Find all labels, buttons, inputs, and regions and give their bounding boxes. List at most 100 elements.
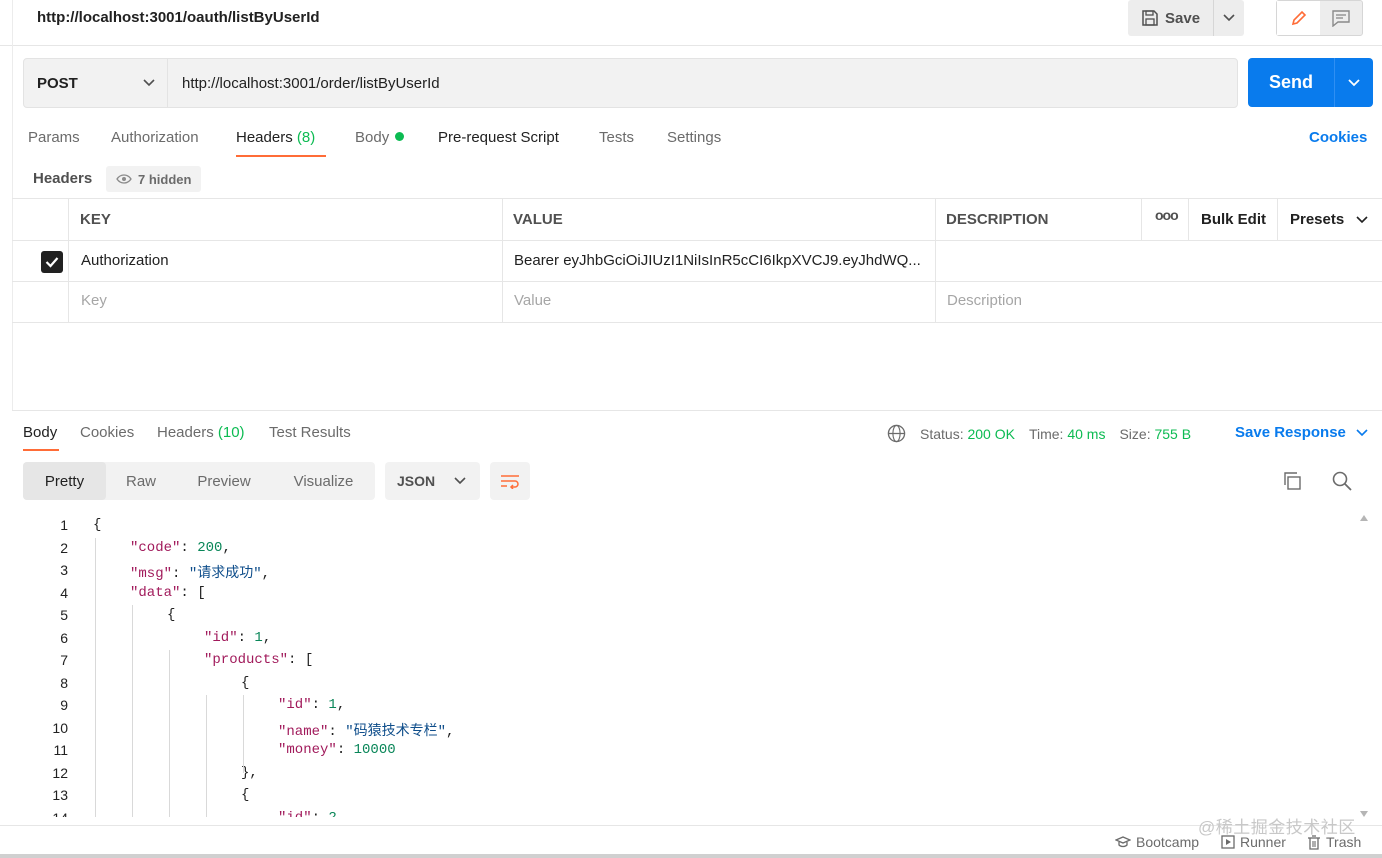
globe-icon[interactable] [887,424,906,443]
code-line[interactable]: { [167,607,175,623]
scroll-up-arrow[interactable] [1360,515,1368,521]
status-label: Status: [920,425,964,442]
headers-section-title: Headers [33,170,93,187]
response-body-editor[interactable]: 1 {2 "code": 200, 3 "msg": "请求成功", 4 "data": [… [23,515,1353,817]
code-line[interactable]: "id": 1, [278,697,345,713]
save-response-button[interactable]: Save Response [1235,424,1368,441]
comment-icon [1332,10,1350,27]
window-bottom-edge [0,854,1382,858]
view-mode-group [1276,0,1363,36]
language-label: JSON [397,473,436,489]
line-number: 13 [52,787,68,803]
code-line[interactable]: { [241,787,249,803]
json-number: 2 [328,810,336,818]
search-button[interactable] [1331,470,1355,494]
response-tab-test-results[interactable]: Test Results [269,424,351,441]
tab-body[interactable]: Body [355,129,405,146]
format-preview-button[interactable]: Preview [176,462,272,500]
url-input[interactable] [169,59,1229,107]
edit-button[interactable] [1277,1,1320,35]
tab-params[interactable]: Params [28,129,80,146]
scroll-down-arrow[interactable] [1360,811,1368,817]
line-number: 10 [52,719,68,736]
tab-settings[interactable]: Settings [667,129,721,146]
code-line[interactable]: "money": 10000 [278,742,396,758]
send-options-button[interactable] [1334,58,1373,107]
bootcamp-label: Bootcamp [1136,834,1200,850]
save-label: Save [1165,9,1201,27]
time-text[interactable]: Time: 40 ms [1029,426,1106,442]
editor-scrollbar[interactable] [1360,515,1368,817]
json-key: "name" [278,723,329,740]
language-select[interactable]: JSON [385,462,480,500]
code-line[interactable]: "name": "码猿技术专栏", [278,720,454,740]
tab-authorization[interactable]: Authorization [111,129,199,146]
send-button[interactable]: Send [1248,58,1334,107]
pane-divider[interactable] [12,410,1382,411]
code-line[interactable]: "id": 1, [204,630,271,646]
code-line[interactable]: "code": 200, [130,540,231,556]
row-divider [12,322,1382,323]
cookies-link[interactable]: Cookies [1309,129,1367,146]
json-key: "code" [130,539,181,556]
size-text[interactable]: Size: 755 B [1119,426,1191,442]
chevron-down-icon [454,477,466,485]
response-tab-cookies[interactable]: Cookies [80,424,134,441]
column-divider [1277,199,1278,240]
hidden-headers-toggle[interactable]: 7 hidden [106,166,202,192]
bulk-edit-button[interactable]: Bulk Edit [1201,211,1266,228]
method-select[interactable]: POST [24,59,168,107]
format-pretty-button[interactable]: Pretty [23,462,106,500]
indent-guide [206,695,207,817]
tab-tests[interactable]: Tests [599,129,634,146]
save-icon [1142,10,1158,26]
format-visualize-button[interactable]: Visualize [272,462,375,500]
presets-label: Presets [1290,211,1345,228]
request-url-bar: POST [23,58,1238,108]
search-icon [1332,471,1352,491]
response-tab-headers[interactable]: Headers (10) [157,424,245,441]
presets-dropdown[interactable]: Presets [1290,211,1368,228]
header-key-cell[interactable]: Authorization [81,252,169,269]
chevron-down-icon [1356,428,1368,436]
chevron-down-icon [1348,78,1360,86]
more-options-icon[interactable]: ooo [1155,207,1179,223]
code-line[interactable]: "id": 2, [278,810,345,818]
watermark: @稀土掘金技术社区 [1198,818,1356,837]
new-description-input[interactable]: Description [947,292,1022,309]
line-number: 8 [60,674,68,691]
status-text[interactable]: Status: 200 OK [920,426,1015,442]
row-divider [12,240,1382,241]
save-button[interactable]: Save [1128,0,1212,36]
code-line[interactable]: "products": [ [204,652,313,668]
format-raw-button[interactable]: Raw [106,462,176,500]
line-number: 4 [60,584,68,601]
request-title[interactable]: http://localhost:3001/oauth/listByUserId [37,9,320,26]
code-line[interactable]: { [93,517,101,533]
bootcamp-button[interactable]: Bootcamp [1115,834,1199,850]
indent-guide [169,650,170,817]
json-key: "products" [204,652,289,668]
code-line[interactable]: "data": [ [130,585,206,601]
response-tab-body[interactable]: Body [23,424,57,441]
new-value-input[interactable]: Value [514,292,551,309]
tab-headers[interactable]: Headers (8) [236,129,315,146]
size-label: Size: [1119,425,1151,442]
indent-guide [132,605,133,817]
chevron-down-icon [1223,14,1235,22]
line-number: 2 [60,539,68,556]
response-tab-headers-count: (10) [217,424,245,441]
code-line[interactable]: { [241,675,249,691]
comments-button[interactable] [1320,1,1362,35]
tab-prerequest-script[interactable]: Pre-request Script [438,129,559,146]
wrap-lines-button[interactable] [490,462,530,500]
header-enabled-checkbox[interactable] [41,251,63,273]
row-divider [12,281,1382,282]
new-key-input[interactable]: Key [81,292,107,309]
body-status-dot [395,132,405,141]
header-value-cell[interactable]: Bearer eyJhbGciOiJIUzI1NiIsInR5cCI6IkpXV… [514,252,932,269]
copy-button[interactable] [1281,470,1305,494]
code-line[interactable]: "msg": "请求成功", [130,562,270,582]
chevron-down-icon [1356,215,1368,223]
save-options-button[interactable] [1213,0,1244,36]
